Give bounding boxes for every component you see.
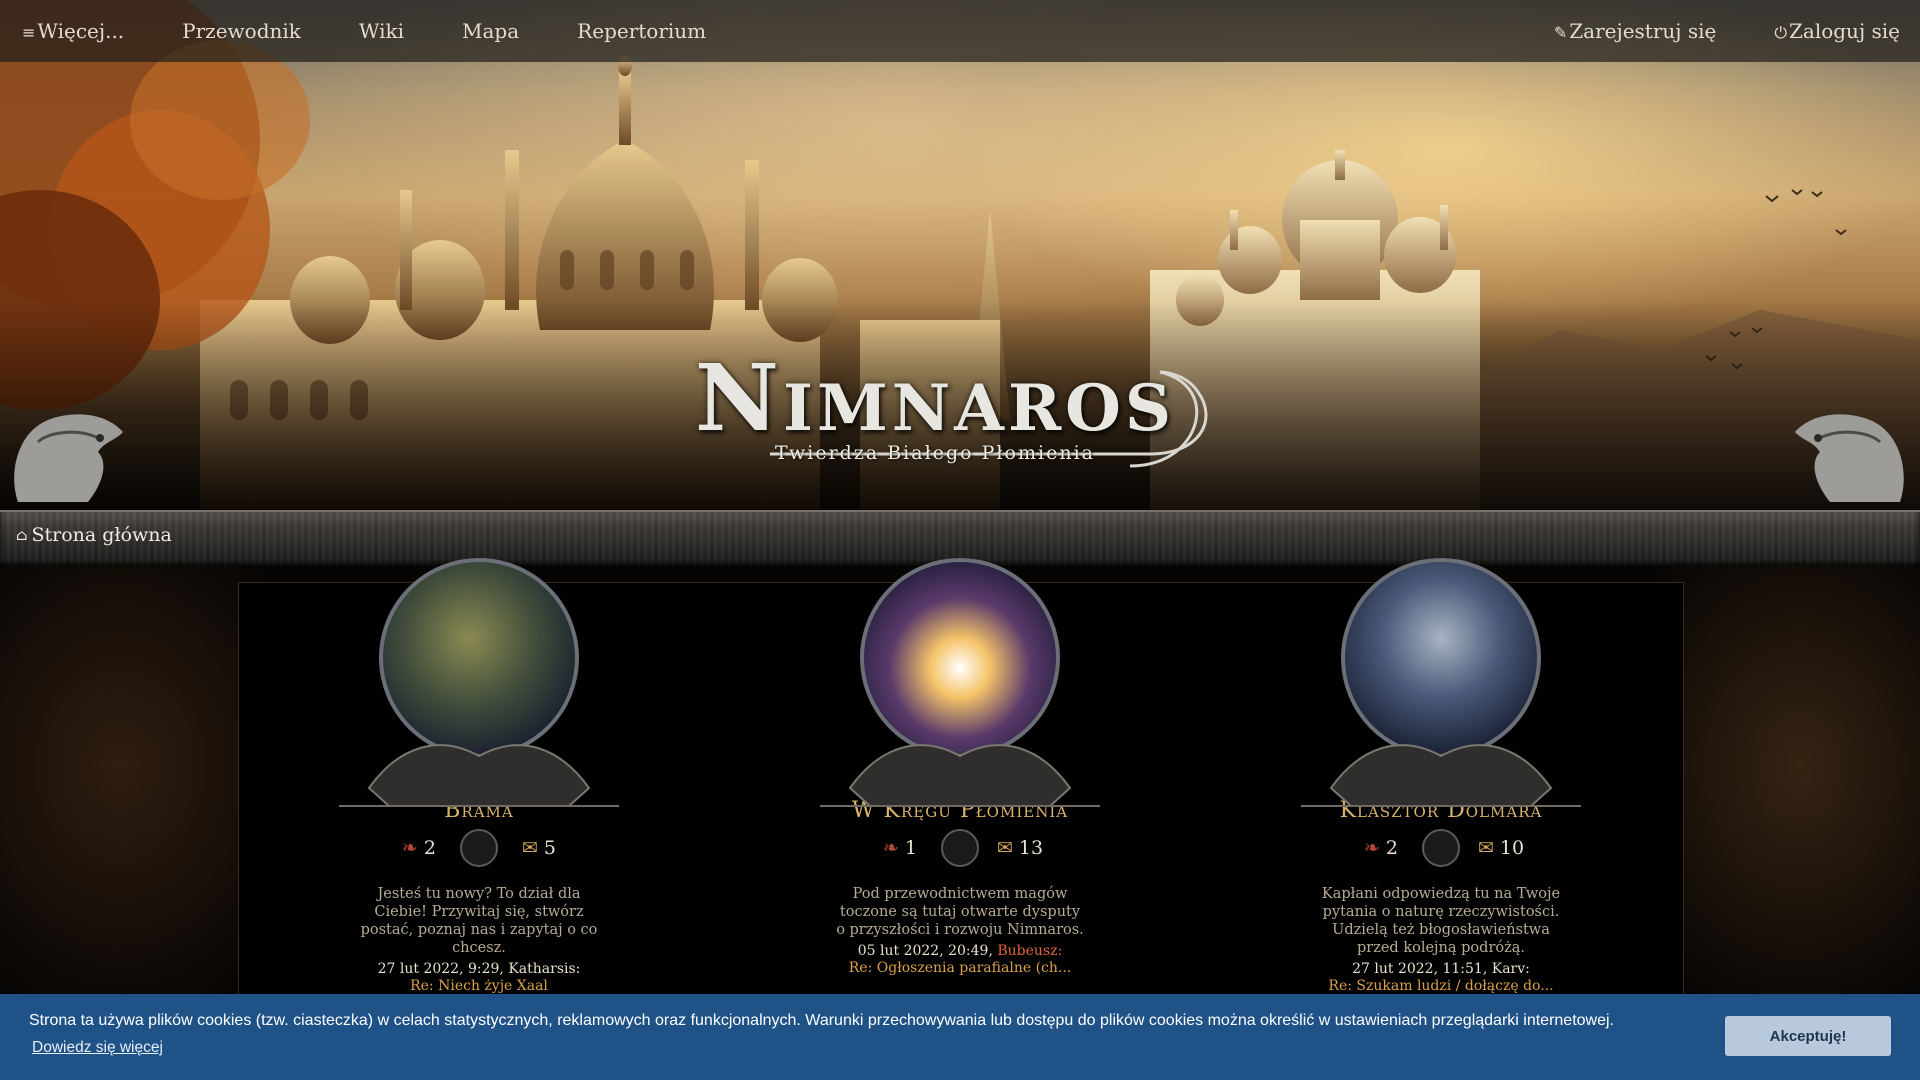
scroll-icon: ✉ <box>1477 837 1494 859</box>
posts-count: 10 <box>1499 837 1525 859</box>
forum-orb-image <box>339 558 619 807</box>
book-icon: ❧ <box>1363 837 1380 859</box>
last-post: 05 lut 2022, 20:49, Bubeusz: Re: Ogłosze… <box>810 943 1110 977</box>
forum-card: Klasztor Dolmara ❧ 2 ✉ 10 Kapłani odpowi… <box>1291 556 1591 995</box>
login-link[interactable]: ⏻ Zaloguj się <box>1745 19 1920 43</box>
topics-count: 2 <box>423 837 436 859</box>
nav-more-label: Więcej... <box>37 19 125 43</box>
breadcrumb-home-label: Strona główna <box>31 524 172 546</box>
last-post-date: 27 lut 2022, 11:51, <box>1352 961 1488 977</box>
forum-orb-image <box>820 558 1100 807</box>
hamburger-icon: ≡ <box>22 23 36 42</box>
gargoyle-left-statue <box>14 414 123 502</box>
cookie-accept-button[interactable]: Akceptuję! <box>1725 1016 1891 1056</box>
last-post-topic[interactable]: Re: Szukam ludzi / dołączę do... <box>1291 978 1591 995</box>
register-label: Zarejestruj się <box>1569 19 1717 43</box>
gargoyle-right-statue <box>1795 414 1904 502</box>
header-banner: Nimnaros Twierdza Białego Płomienia ≡ Wię… <box>0 0 1920 510</box>
forum-orb[interactable] <box>810 556 1110 816</box>
forum-orb[interactable] <box>329 556 629 816</box>
last-post-author[interactable]: Katharsis: <box>508 961 580 977</box>
last-post-author[interactable]: Bubeusz: <box>997 943 1062 959</box>
forum-stats: ❧ 1 ✉ 13 <box>810 829 1110 867</box>
forum-orb[interactable] <box>1291 556 1591 816</box>
topics-count: 1 <box>904 837 917 859</box>
posts-stat: ✉ 5 <box>509 837 569 859</box>
breadcrumb-home[interactable]: ⌂ Strona główna <box>16 524 172 546</box>
posts-count: 13 <box>1018 837 1044 859</box>
posts-stat: ✉ 10 <box>1471 837 1531 859</box>
register-link[interactable]: ✎ Zarejestruj się <box>1525 19 1745 43</box>
nav-item-wiki[interactable]: Wiki <box>330 19 433 43</box>
last-post-topic[interactable]: Re: Niech żyje Xaal <box>329 978 629 995</box>
nav-item-mapa[interactable]: Mapa <box>433 19 548 43</box>
book-icon: ❧ <box>882 837 899 859</box>
last-post: 27 lut 2022, 9:29, Katharsis: Re: Niech … <box>329 961 629 995</box>
posts-stat: ✉ 13 <box>990 837 1050 859</box>
power-icon: ⏻ <box>1774 23 1787 42</box>
book-icon: ❧ <box>401 837 418 859</box>
last-post: 27 lut 2022, 11:51, Karv: Re: Szukam lud… <box>1291 961 1591 995</box>
forum-stats: ❧ 2 ✉ 5 <box>329 829 629 867</box>
last-post-topic[interactable]: Re: Ogłoszenia parafialne (ch... <box>810 960 1110 977</box>
logo-title: Nimnaros <box>694 344 1176 452</box>
topics-count: 2 <box>1385 837 1398 859</box>
top-navigation: ≡ Więcej... Przewodnik Wiki Mapa Repertor… <box>0 0 1920 62</box>
forum-card: W Kręgu Płomienia ❧ 1 ✉ 13 Pod przewodni… <box>810 556 1110 977</box>
last-post-date: 27 lut 2022, 9:29, <box>377 961 504 977</box>
forum-description: Pod przewodnictwem magów toczone są tuta… <box>836 886 1084 938</box>
scroll-icon: ✉ <box>996 837 1013 859</box>
topics-stat: ❧ 1 <box>870 837 930 859</box>
forum-description: Kapłani odpowiedzą tu na Twoje pytania o… <box>1321 886 1561 956</box>
cookie-consent-bar: Strona ta używa plików cookies (tzw. cia… <box>0 994 1920 1080</box>
site-logo[interactable]: Nimnaros Twierdza Białego Płomienia <box>650 352 1220 464</box>
nav-item-repertorium[interactable]: Repertorium <box>548 19 735 43</box>
login-label: Zaloguj się <box>1789 19 1900 43</box>
forum-description: Jesteś tu nowy? To dział dla Ciebie! Prz… <box>360 886 598 956</box>
forum-orb-image <box>1301 558 1581 807</box>
forum-stats: ❧ 2 ✉ 10 <box>1291 829 1591 867</box>
scroll-icon: ✉ <box>521 837 538 859</box>
nav-item-przewodnik[interactable]: Przewodnik <box>153 19 330 43</box>
topics-stat: ❧ 2 <box>1351 837 1411 859</box>
posts-count: 5 <box>543 837 556 859</box>
stat-divider-orb-icon <box>1422 829 1460 867</box>
last-post-author[interactable]: Karv: <box>1492 961 1530 977</box>
forum-card: Brama ❧ 2 ✉ 5 Jesteś tu nowy? To dział d… <box>329 556 629 995</box>
edit-icon: ✎ <box>1553 23 1568 42</box>
nav-more-menu[interactable]: ≡ Więcej... <box>0 19 153 43</box>
stat-divider-orb-icon <box>941 829 979 867</box>
cookie-message: Strona ta używa plików cookies (tzw. cia… <box>29 1012 1614 1029</box>
last-post-date: 05 lut 2022, 20:49, <box>857 943 993 959</box>
topics-stat: ❧ 2 <box>389 837 449 859</box>
home-icon: ⌂ <box>16 526 28 544</box>
stat-divider-orb-icon <box>460 829 498 867</box>
cookie-learn-more-link[interactable]: Dowiedz się więcej <box>32 1039 163 1057</box>
